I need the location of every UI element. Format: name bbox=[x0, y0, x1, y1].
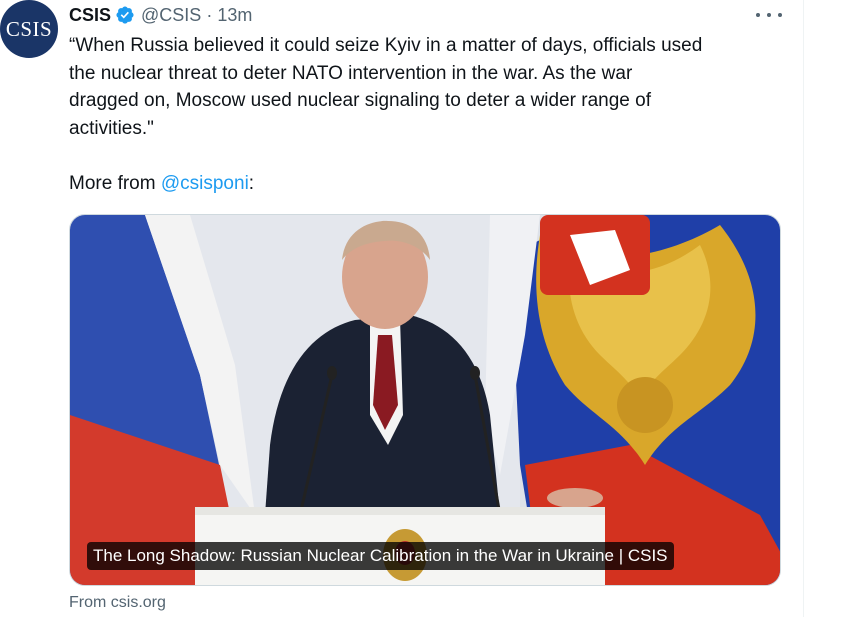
more-dot-icon bbox=[778, 13, 782, 17]
tweet-header: CSIS @CSIS · 13m bbox=[69, 3, 252, 27]
mention-link[interactable]: @csisponi bbox=[161, 173, 249, 194]
more-options-icon[interactable] bbox=[756, 6, 782, 24]
column-divider bbox=[803, 0, 804, 617]
author-name[interactable]: CSIS bbox=[69, 5, 111, 26]
link-card-title[interactable]: The Long Shadow: Russian Nuclear Calibra… bbox=[87, 542, 674, 570]
verified-badge-icon[interactable] bbox=[115, 5, 135, 25]
more-from-suffix: : bbox=[248, 173, 255, 194]
separator-dot: · bbox=[206, 4, 213, 25]
tweet-timestamp[interactable]: 13m bbox=[217, 5, 252, 26]
speaker-photo bbox=[70, 215, 780, 585]
more-from-line: More from @csisponi: bbox=[69, 170, 254, 198]
tweet-text: “When Russia believed it could seize Kyi… bbox=[69, 35, 703, 139]
link-card-image[interactable]: The Long Shadow: Russian Nuclear Calibra… bbox=[69, 214, 781, 586]
link-source[interactable]: From csis.org bbox=[69, 594, 166, 612]
avatar-logo-text: CSIS bbox=[5, 16, 53, 41]
author-handle[interactable]: @CSIS bbox=[141, 5, 201, 26]
more-dot-icon bbox=[767, 13, 771, 17]
more-dot-icon bbox=[756, 13, 760, 17]
more-from-prefix: More from bbox=[69, 173, 161, 194]
avatar[interactable]: CSIS bbox=[0, 0, 58, 58]
